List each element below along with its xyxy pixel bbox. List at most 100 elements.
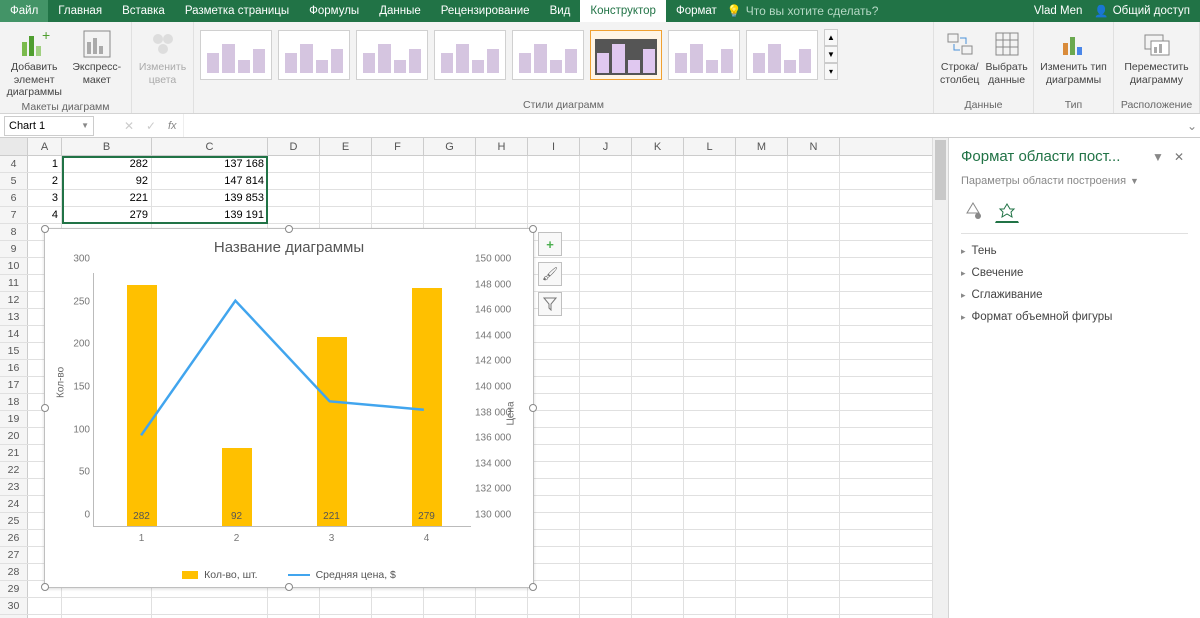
col-header-I[interactable]: I [528, 138, 580, 155]
chart-handle-n[interactable] [285, 225, 293, 233]
cell-M11[interactable] [736, 275, 788, 291]
cell-K6[interactable] [632, 190, 684, 206]
cell-N6[interactable] [788, 190, 840, 206]
col-header-M[interactable]: M [736, 138, 788, 155]
cell-M20[interactable] [736, 428, 788, 444]
cell-H6[interactable] [476, 190, 528, 206]
cell-K8[interactable] [632, 224, 684, 240]
cell-J24[interactable] [580, 496, 632, 512]
cell-M17[interactable] [736, 377, 788, 393]
row-header-20[interactable]: 20 [0, 428, 28, 444]
col-header-E[interactable]: E [320, 138, 372, 155]
cell-I26[interactable] [528, 530, 580, 546]
effects-tab[interactable] [995, 199, 1019, 223]
cell-H7[interactable] [476, 207, 528, 223]
cell-I6[interactable] [528, 190, 580, 206]
switch-row-col-button[interactable]: Строка/ столбец [940, 25, 979, 86]
cell-L6[interactable] [684, 190, 736, 206]
cell-K30[interactable] [632, 598, 684, 614]
cell-J19[interactable] [580, 411, 632, 427]
cell-M18[interactable] [736, 394, 788, 410]
row-header-7[interactable]: 7 [0, 207, 28, 223]
cell-K10[interactable] [632, 258, 684, 274]
tab-view[interactable]: Вид [540, 0, 581, 22]
cell-I27[interactable] [528, 547, 580, 563]
cell-N12[interactable] [788, 292, 840, 308]
cell-C6[interactable]: 139 853 [152, 190, 268, 206]
cell-J5[interactable] [580, 173, 632, 189]
chart-plot-area[interactable]: 050100150200250300130 000132 000134 0001… [93, 273, 471, 527]
cell-M12[interactable] [736, 292, 788, 308]
row-header-10[interactable]: 10 [0, 258, 28, 274]
formula-expand-button[interactable]: ⌄ [1184, 119, 1200, 133]
cell-I7[interactable] [528, 207, 580, 223]
cell-J27[interactable] [580, 547, 632, 563]
cell-F6[interactable] [372, 190, 424, 206]
cell-A30[interactable] [28, 598, 62, 614]
cell-N22[interactable] [788, 462, 840, 478]
cancel-formula-button[interactable]: ✕ [118, 119, 140, 133]
cell-I19[interactable] [528, 411, 580, 427]
vertical-scrollbar[interactable] [932, 138, 948, 618]
cell-K13[interactable] [632, 309, 684, 325]
cell-G5[interactable] [424, 173, 476, 189]
cell-N10[interactable] [788, 258, 840, 274]
cell-A5[interactable]: 2 [28, 173, 62, 189]
tell-me-search[interactable]: 💡 Что вы хотите сделать? [727, 0, 879, 22]
cell-N25[interactable] [788, 513, 840, 529]
cell-K18[interactable] [632, 394, 684, 410]
chart-filters-button[interactable] [538, 292, 562, 316]
cell-C7[interactable]: 139 191 [152, 207, 268, 223]
cell-F5[interactable] [372, 173, 424, 189]
cell-M8[interactable] [736, 224, 788, 240]
cell-I25[interactable] [528, 513, 580, 529]
cell-K19[interactable] [632, 411, 684, 427]
cell-A4[interactable]: 1 [28, 156, 62, 172]
select-all-corner[interactable] [0, 138, 28, 155]
select-data-button[interactable]: Выбрать данные [985, 25, 1027, 86]
cell-E5[interactable] [320, 173, 372, 189]
row-header-24[interactable]: 24 [0, 496, 28, 512]
cell-J16[interactable] [580, 360, 632, 376]
cell-L15[interactable] [684, 343, 736, 359]
style-thumb-5[interactable] [512, 30, 584, 80]
cell-F7[interactable] [372, 207, 424, 223]
add-chart-element-button[interactable]: + Добавить элемент диаграммы [6, 25, 63, 99]
format-pane-close[interactable]: ✕ [1170, 150, 1188, 164]
cell-I5[interactable] [528, 173, 580, 189]
cell-J18[interactable] [580, 394, 632, 410]
cell-C4[interactable]: 137 168 [152, 156, 268, 172]
style-thumb-4[interactable] [434, 30, 506, 80]
cell-M30[interactable] [736, 598, 788, 614]
tab-formulas[interactable]: Формулы [299, 0, 369, 22]
share-button[interactable]: 👤 Общий доступ [1094, 4, 1190, 18]
cell-B5[interactable]: 92 [62, 173, 152, 189]
row-header-8[interactable]: 8 [0, 224, 28, 240]
col-header-D[interactable]: D [268, 138, 320, 155]
enter-formula-button[interactable]: ✓ [140, 119, 162, 133]
col-header-H[interactable]: H [476, 138, 528, 155]
cell-L5[interactable] [684, 173, 736, 189]
tab-data[interactable]: Данные [369, 0, 431, 22]
col-header-F[interactable]: F [372, 138, 424, 155]
cell-I15[interactable] [528, 343, 580, 359]
cell-I20[interactable] [528, 428, 580, 444]
cell-L18[interactable] [684, 394, 736, 410]
cell-L4[interactable] [684, 156, 736, 172]
col-header-G[interactable]: G [424, 138, 476, 155]
cell-M24[interactable] [736, 496, 788, 512]
cell-M15[interactable] [736, 343, 788, 359]
cell-N13[interactable] [788, 309, 840, 325]
cell-K20[interactable] [632, 428, 684, 444]
chart-title[interactable]: Название диаграммы [45, 229, 533, 260]
cell-J6[interactable] [580, 190, 632, 206]
cell-J7[interactable] [580, 207, 632, 223]
tab-file[interactable]: Файл [0, 0, 48, 22]
cell-M6[interactable] [736, 190, 788, 206]
cell-J8[interactable] [580, 224, 632, 240]
row-header-4[interactable]: 4 [0, 156, 28, 172]
chart-handle-se[interactable] [529, 583, 537, 591]
chart-styles-gallery[interactable]: ▲ ▼ ▾ [200, 25, 838, 80]
cell-J26[interactable] [580, 530, 632, 546]
cell-M19[interactable] [736, 411, 788, 427]
